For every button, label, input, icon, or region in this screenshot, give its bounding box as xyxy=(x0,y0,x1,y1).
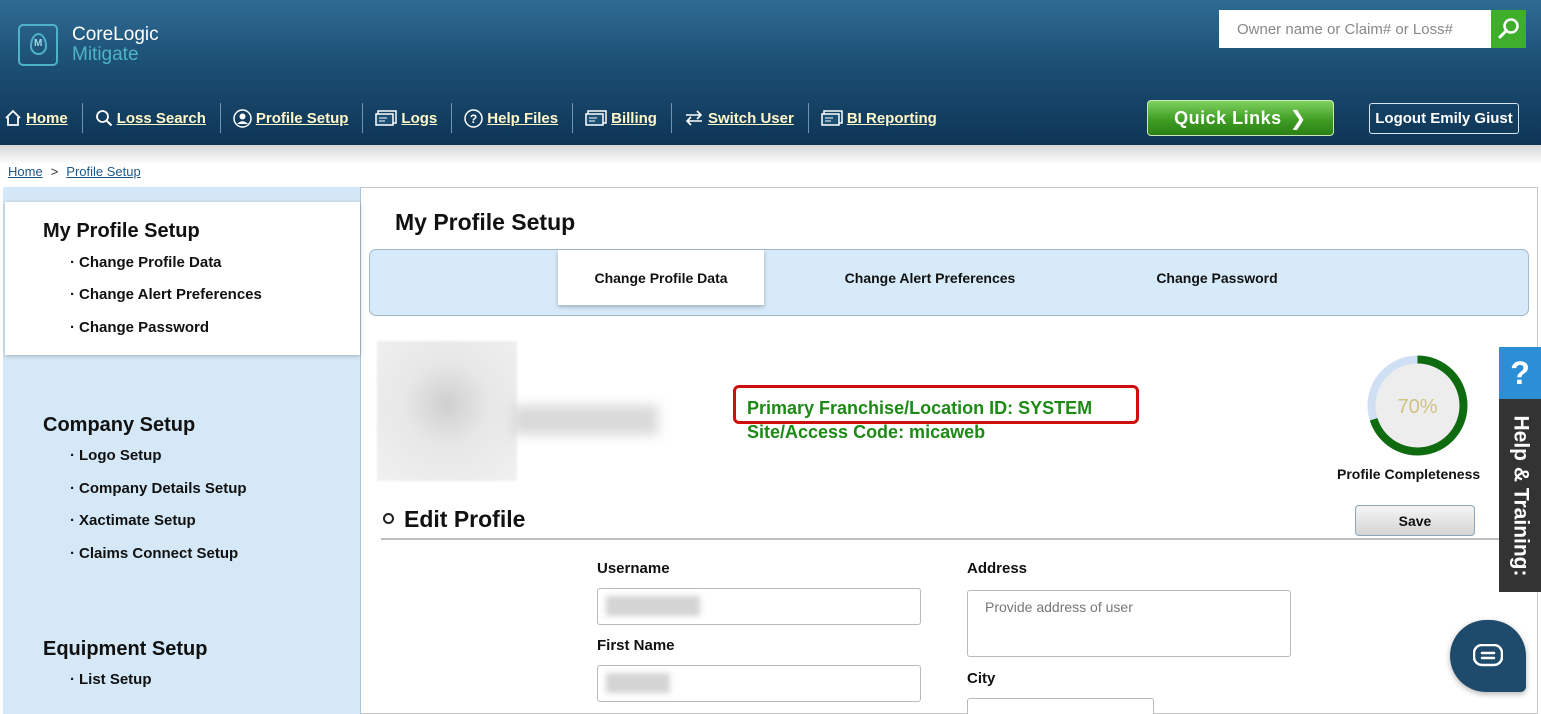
breadcrumb: Home > Profile Setup xyxy=(8,164,141,179)
swap-icon xyxy=(684,110,704,126)
home-icon xyxy=(4,109,22,127)
search-icon xyxy=(95,109,113,127)
nav-link-help-files[interactable]: Help Files xyxy=(487,110,558,127)
sidebar-link-claims-connect-setup[interactable]: Claims Connect Setup xyxy=(70,545,238,562)
progress-percent-text: 70% xyxy=(1397,396,1437,418)
city-label: City xyxy=(967,670,996,687)
tab-change-profile-data[interactable]: Change Profile Data xyxy=(558,250,764,305)
brand-line2: Mitigate xyxy=(72,44,139,65)
search-input[interactable] xyxy=(1219,10,1491,48)
edit-profile-divider xyxy=(381,538,1499,540)
help-training-label: Help & Training: xyxy=(1509,414,1533,577)
app-header: M CoreLogic Mitigate Home Loss Search xyxy=(0,0,1541,145)
avatar xyxy=(377,341,517,481)
first-name-value-redacted xyxy=(606,673,670,693)
nav-link-billing[interactable]: Billing xyxy=(611,110,657,127)
nav-item-loss-search[interactable]: Loss Search xyxy=(83,103,221,133)
header-shadow xyxy=(0,145,1541,165)
address-label: Address xyxy=(967,560,1028,577)
tab-change-alert-preferences[interactable]: Change Alert Preferences xyxy=(820,250,1040,305)
sidebar-title-my-profile: My Profile Setup xyxy=(43,220,200,242)
nav-item-home[interactable]: Home xyxy=(0,103,83,133)
site-access-code-text: Site/Access Code: micaweb xyxy=(747,422,986,442)
franchise-id-text: Primary Franchise/Location ID: SYSTEM xyxy=(747,398,1093,418)
profile-completeness-ring: 70% xyxy=(1367,355,1468,456)
help-question-button[interactable]: ? xyxy=(1499,347,1541,399)
nav-link-loss-search[interactable]: Loss Search xyxy=(117,110,206,127)
first-name-label: First Name xyxy=(597,637,675,654)
username-label: Username xyxy=(597,560,670,577)
chat-icon xyxy=(1473,644,1503,667)
card-icon xyxy=(821,110,843,126)
logout-button[interactable]: Logout Emily Giust xyxy=(1369,103,1519,134)
brand-line1: CoreLogic xyxy=(72,24,159,45)
profile-tabs: Change Profile Data Change Alert Prefere… xyxy=(369,249,1529,316)
nav-link-profile-setup[interactable]: Profile Setup xyxy=(256,110,349,127)
save-button[interactable]: Save xyxy=(1355,505,1475,536)
tab-change-password[interactable]: Change Password xyxy=(1130,250,1304,305)
profile-completeness-label: Profile Completeness xyxy=(1337,466,1481,482)
address-textarea[interactable]: Provide address of user xyxy=(967,590,1291,657)
nav-item-switch-user[interactable]: Switch User xyxy=(672,103,809,133)
avatar-name-redacted xyxy=(512,405,658,435)
sidebar-link-change-alert-preferences[interactable]: Change Alert Preferences xyxy=(70,286,262,303)
main-nav: Home Loss Search Profile Setup Logs ? He… xyxy=(0,100,951,136)
corelogic-mitigate-logo[interactable]: M CoreLogic Mitigate xyxy=(18,24,159,66)
sidebar-title-equipment-setup: Equipment Setup xyxy=(43,638,208,660)
breadcrumb-current[interactable]: Profile Setup xyxy=(66,164,140,179)
quick-links-button[interactable]: Quick Links ❯ xyxy=(1147,100,1334,136)
chat-button[interactable] xyxy=(1450,620,1526,692)
search-button[interactable] xyxy=(1491,10,1526,48)
circle-bullet-icon xyxy=(383,513,394,525)
sidebar-link-change-profile-data[interactable]: Change Profile Data xyxy=(70,254,222,271)
svg-text:?: ? xyxy=(470,112,477,126)
sidebar-title-company-setup: Company Setup xyxy=(43,414,196,436)
city-field[interactable] xyxy=(967,698,1154,714)
edit-profile-title: Edit Profile xyxy=(404,506,526,532)
help-training-tab[interactable]: Help & Training: xyxy=(1499,399,1541,592)
nav-item-profile-setup[interactable]: Profile Setup xyxy=(221,103,364,133)
edit-profile-heading: Edit Profile xyxy=(383,506,525,533)
nav-item-billing[interactable]: Billing xyxy=(573,103,672,133)
nav-item-logs[interactable]: Logs xyxy=(363,103,453,133)
progress-ring-svg: 70% xyxy=(1367,355,1468,456)
nav-link-logs[interactable]: Logs xyxy=(401,110,437,127)
nav-link-switch-user[interactable]: Switch User xyxy=(708,110,794,127)
quick-links-label: Quick Links xyxy=(1174,107,1282,128)
card-icon xyxy=(585,110,607,126)
username-value-redacted xyxy=(606,596,700,616)
sidebar-link-company-details-setup[interactable]: Company Details Setup xyxy=(70,480,247,497)
sidebar-link-logo-setup[interactable]: Logo Setup xyxy=(70,447,162,464)
logo-mark-icon: M xyxy=(18,24,58,66)
user-icon xyxy=(233,108,252,128)
card-icon xyxy=(375,110,398,126)
nav-link-bi-reporting[interactable]: BI Reporting xyxy=(847,110,937,127)
sidebar-link-list-setup[interactable]: List Setup xyxy=(70,671,152,688)
page-title: My Profile Setup xyxy=(395,209,576,235)
sidebar-link-change-password[interactable]: Change Password xyxy=(70,319,209,336)
search-icon xyxy=(1498,18,1519,39)
chevron-right-icon: ❯ xyxy=(1289,107,1307,130)
sidebar: My Profile Setup Change Profile Data Cha… xyxy=(3,187,361,714)
nav-item-help-files[interactable]: ? Help Files xyxy=(452,103,574,133)
breadcrumb-separator: > xyxy=(50,164,59,179)
sidebar-link-xactimate-setup[interactable]: Xactimate Setup xyxy=(70,512,196,529)
nav-link-home[interactable]: Home xyxy=(26,110,68,127)
breadcrumb-home[interactable]: Home xyxy=(8,164,43,179)
question-icon: ? xyxy=(464,108,484,128)
nav-item-bi-reporting[interactable]: BI Reporting xyxy=(809,103,951,133)
